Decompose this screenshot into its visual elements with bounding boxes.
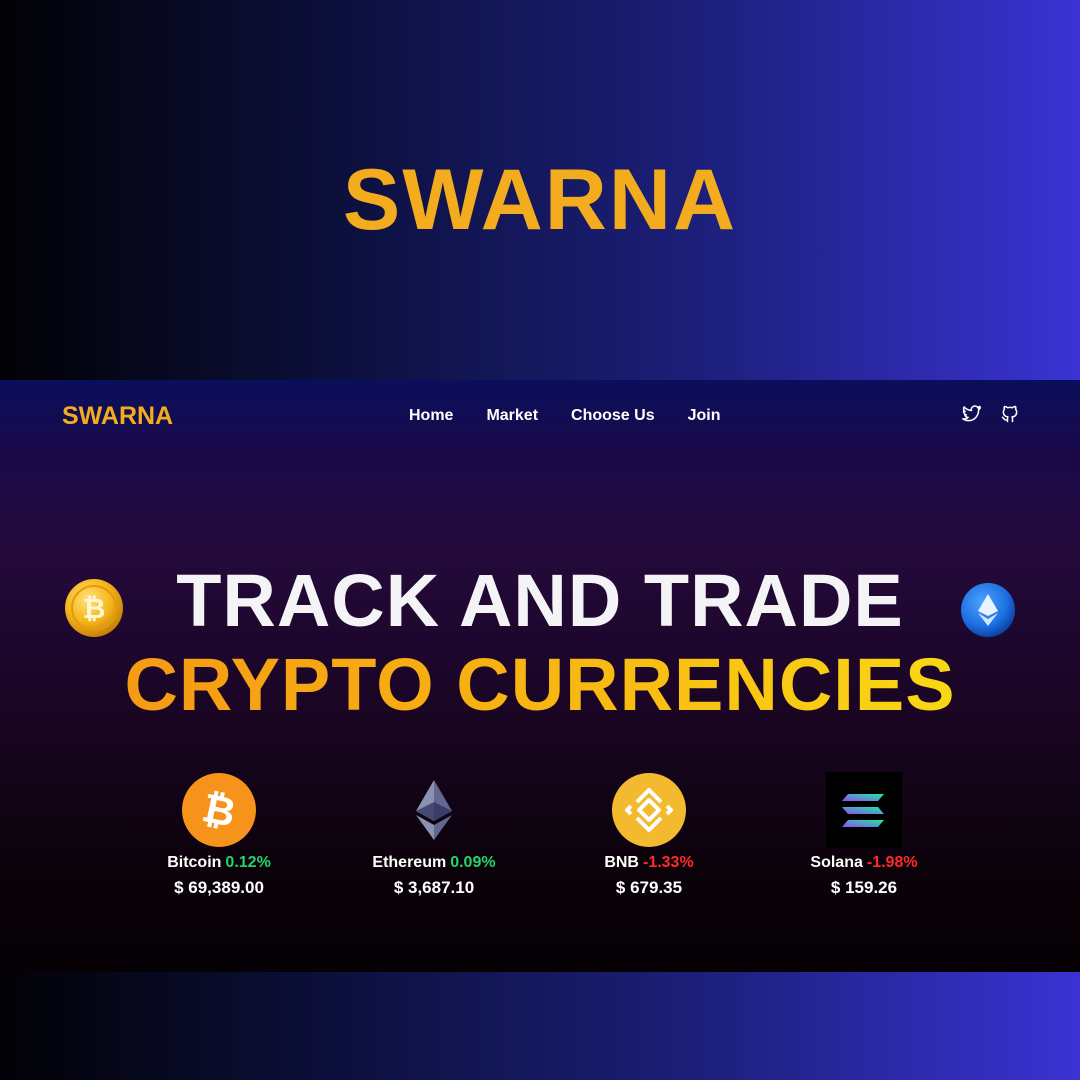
coin-price: $ 159.26 (830, 878, 898, 897)
ethereum-icon (416, 780, 452, 840)
social-links (962, 404, 1020, 424)
coin-name-row: Ethereum 0.09% (334, 854, 534, 872)
nav-link-choose-us[interactable]: Choose Us (571, 407, 655, 425)
coin-name: Solana (810, 854, 863, 871)
bnb-icon (612, 773, 686, 847)
banner-title: SWARNA (342, 151, 738, 248)
nav-logo[interactable]: SWARNA (62, 402, 173, 431)
promo-banner: SWARNA (0, 0, 1080, 380)
coin-card-bnb[interactable]: BNB -1.33% $ 679.35 (549, 772, 749, 898)
hero-title-line2-text: CRYPTO CURRENCIES (124, 643, 956, 726)
coin-card-ethereum[interactable]: Ethereum 0.09% $ 3,687.10 (334, 772, 534, 898)
nav-links: Home Market Choose Us Join (409, 407, 721, 425)
coin-name-row: Solana -1.98% (764, 854, 964, 872)
twitter-icon[interactable] (962, 404, 982, 424)
coin-change: 0.09% (450, 854, 496, 871)
coin-price: $ 3,687.10 (393, 878, 475, 897)
coin-name-row: Bitcoin 0.12% (119, 854, 319, 872)
coin-change: -1.98% (866, 854, 918, 871)
coin-name-row: BNB -1.33% (549, 854, 749, 872)
website-screenshot: SWARNA Home Market Choose Us Join ₿ TRAC… (0, 380, 1080, 972)
coin-name: BNB (604, 854, 639, 871)
nav-link-home[interactable]: Home (409, 407, 453, 425)
coin-card-solana[interactable]: Solana -1.98% $ 159.26 (764, 772, 964, 898)
nav-link-market[interactable]: Market (486, 407, 538, 425)
coin-card-bitcoin[interactable]: ₿ Bitcoin 0.12% $ 69,389.00 (119, 772, 319, 898)
github-icon[interactable] (1000, 404, 1020, 424)
coin-change: 0.12% (225, 854, 271, 871)
coin-price: $ 679.35 (615, 878, 683, 897)
hero-title-line2: CRYPTO CURRENCIES (0, 642, 1080, 727)
coin-change: -1.33% (642, 854, 694, 871)
coin-price: $ 69,389.00 (174, 878, 264, 897)
coin-name: Ethereum (372, 854, 447, 871)
solana-icon (826, 772, 902, 848)
bitcoin-icon: ₿ (182, 773, 256, 847)
hero-title-line1: TRACK AND TRADE (176, 559, 904, 642)
navbar: SWARNA Home Market Choose Us Join (0, 380, 1080, 452)
coin-name: Bitcoin (167, 854, 222, 871)
nav-link-join[interactable]: Join (688, 407, 721, 425)
